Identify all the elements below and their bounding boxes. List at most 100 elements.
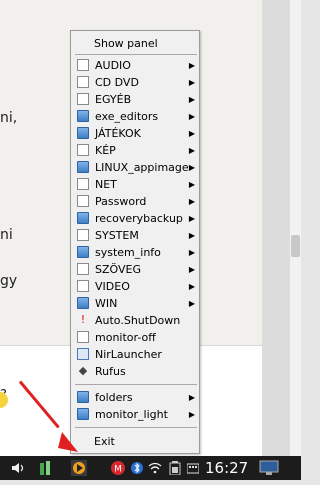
menu-item-label: SYSTEM [95,229,139,242]
menu-item-rufus[interactable]: ◆ Rufus [74,363,198,380]
folder-icon [77,110,89,122]
battery-icon[interactable] [168,456,182,480]
folder-icon [77,161,89,173]
submenu-arrow-icon: ▶ [188,129,195,138]
annotation-arrow-head [58,432,78,452]
submenu-arrow-icon: ▶ [188,214,195,223]
checkbox-icon [77,195,89,207]
menu-item-egyeb[interactable]: EGYÉB ▶ [74,91,198,108]
bluetooth-icon[interactable] [130,456,144,480]
menu-separator [75,427,197,428]
menu-item-show-panel[interactable]: Show panel [74,35,198,52]
menu-item-folders[interactable]: folders ▶ [74,389,198,406]
scrollbar-thumb[interactable] [291,235,300,257]
rufus-icon: ◆ [78,364,88,377]
submenu-arrow-icon: ▶ [188,180,195,189]
taskbar: M 16:27 [0,456,301,480]
menu-item-label: system_info [95,246,161,259]
submenu-arrow-icon: ▶ [188,78,195,87]
menu-item-jatekok[interactable]: JÁTÉKOK ▶ [74,125,198,142]
checkbox-icon [77,144,89,156]
menu-item-win[interactable]: WIN ▶ [74,295,198,312]
checkbox-icon [77,331,89,343]
background-text-fragment: ni [0,227,13,243]
menu-item-label: exe_editors [95,110,159,123]
nirlauncher-icon [77,348,89,360]
submenu-arrow-icon: ▶ [188,112,195,121]
menu-item-exe-editors[interactable]: exe_editors ▶ [74,108,198,125]
folder-icon [77,391,89,403]
menu-item-label: recoverybackup [95,212,183,225]
background-text-fragment: gy [0,273,18,289]
submenu-arrow-icon: ▶ [188,410,195,419]
menu-item-exit[interactable]: Exit [74,433,198,450]
submenu-arrow-icon: ▶ [188,197,195,206]
submenu-arrow-icon: ▶ [188,231,195,240]
checkbox-icon [77,280,89,292]
submenu-arrow-icon: ▶ [188,282,195,291]
menu-item-label: NET [95,178,117,191]
menu-item-label: folders [95,391,133,404]
menu-item-label: Exit [94,435,115,448]
submenu-arrow-icon: ▶ [188,393,195,402]
menu-item-label: JÁTÉKOK [95,127,141,140]
menu-separator [75,54,197,55]
wifi-icon[interactable] [148,456,162,480]
submenu-arrow-icon: ▶ [188,95,195,104]
menu-item-label: SZÖVEG [95,263,141,276]
menu-item-label: AUDIO [95,59,131,72]
submenu-arrow-icon: ▶ [188,163,195,172]
menu-item-cd-dvd[interactable]: CD DVD ▶ [74,74,198,91]
menu-item-label: Show panel [94,37,158,50]
folder-icon [77,212,89,224]
shutdown-app-icon: ! [80,313,86,326]
desktop-icon[interactable] [258,456,280,480]
menu-item-nirlauncher[interactable]: NirLauncher [74,346,198,363]
speaker-icon[interactable] [10,456,26,480]
menu-item-szoveg[interactable]: SZÖVEG ▶ [74,261,198,278]
menu-item-recoverybackup[interactable]: recoverybackup ▶ [74,210,198,227]
audio-app-icon[interactable] [38,456,54,480]
page-gutter [262,0,290,456]
menu-item-system[interactable]: SYSTEM ▶ [74,227,198,244]
menu-item-auto-shutdown[interactable]: ! Auto.ShutDown [74,312,198,329]
menu-item-kep[interactable]: KÉP ▶ [74,142,198,159]
menu-item-video[interactable]: VIDEO ▶ [74,278,198,295]
checkbox-icon [77,229,89,241]
folder-icon [77,297,89,309]
menu-item-label: monitor-off [95,331,156,344]
folder-icon [77,127,89,139]
tray-context-menu: Show panel AUDIO ▶ CD DVD ▶ EGYÉB ▶ exe_… [70,30,200,454]
menu-item-label: LINUX_appimage [95,161,189,174]
menu-item-label: VIDEO [95,280,130,293]
checkbox-icon [77,93,89,105]
checkbox-icon [77,178,89,190]
menu-item-label: Auto.ShutDown [95,314,181,327]
menu-item-net[interactable]: NET ▶ [74,176,198,193]
play-launcher-icon[interactable] [70,456,88,480]
menu-item-label: monitor_light [95,408,168,421]
submenu-arrow-icon: ▶ [188,61,195,70]
menu-item-audio[interactable]: AUDIO ▶ [74,57,198,74]
submenu-arrow-icon: ▶ [188,265,195,274]
checkbox-icon [77,76,89,88]
menu-item-linux-appimage[interactable]: LINUX_appimage ▶ [74,159,198,176]
menu-item-label: EGYÉB [95,93,132,106]
menu-item-label: WIN [95,297,118,310]
menu-item-password[interactable]: Password ▶ [74,193,198,210]
page-scrollbar[interactable] [290,0,301,456]
svg-text:M: M [114,465,122,475]
taskbar-clock[interactable]: 16:27 [205,456,248,480]
submenu-arrow-icon: ▶ [188,248,195,257]
menu-item-monitor-off[interactable]: monitor-off [74,329,198,346]
submenu-arrow-icon: ▶ [188,299,195,308]
checkbox-icon [77,59,89,71]
menu-item-monitor-light[interactable]: monitor_light ▶ [74,406,198,423]
folder-icon [77,246,89,258]
submenu-arrow-icon: ▶ [188,146,195,155]
menu-separator [75,384,197,385]
keyboard-icon[interactable] [186,456,200,480]
menu-item-label: CD DVD [95,76,139,89]
mega-icon[interactable]: M [110,456,126,480]
menu-item-system-info[interactable]: system_info ▶ [74,244,198,261]
